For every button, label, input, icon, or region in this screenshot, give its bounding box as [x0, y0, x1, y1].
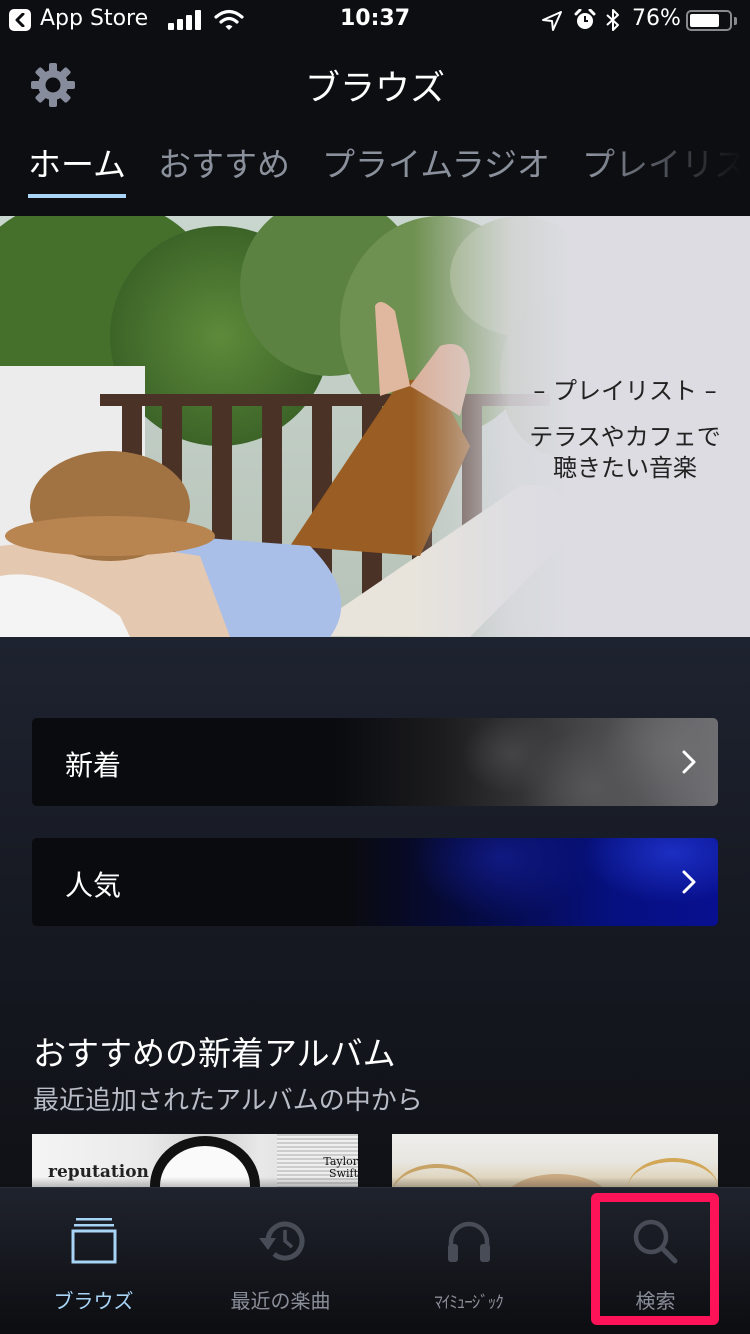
history-icon — [258, 1221, 304, 1261]
battery-tip — [734, 17, 737, 25]
tab-prime-radio[interactable]: プライムラジオ — [322, 138, 550, 198]
battery-percent: 76% — [632, 6, 681, 31]
card-label: 新着 — [65, 749, 122, 782]
alarm-icon — [574, 9, 596, 29]
section-title: おすすめの新着アルバム — [33, 1034, 396, 1073]
hero-category: – プレイリスト – — [533, 377, 717, 405]
header: ブラウズ ホームおすすめプライムラジオプレイリスト — [0, 40, 750, 216]
headphones-icon — [447, 1221, 490, 1262]
screen: App Store 10:37 76% ブラウズ ホーム おすすめ プライムラジ… — [0, 0, 750, 1334]
battery-level — [690, 14, 719, 27]
page-title: ブラウズ — [304, 69, 445, 109]
hero-line-2: 聴きたい音楽 — [553, 454, 697, 482]
new-releases-card[interactable]: 新着 — [32, 718, 718, 806]
bottom-tab-bar: ブラウズ 最近の楽曲 ﾏｲﾐｭｰｼﾞｯｸ 検索 — [0, 1187, 750, 1334]
bluetooth-icon — [606, 9, 619, 31]
tab-playlists[interactable]: プレイリスト — [582, 138, 750, 198]
browse-icon — [71, 1218, 116, 1264]
chevron-right-icon — [682, 750, 696, 774]
tabbar-label: ブラウズ — [53, 1289, 134, 1313]
card-label: 人気 — [65, 869, 122, 902]
card-background — [32, 718, 718, 806]
section-subtitle: 最近追加されたアルバムの中から — [33, 1086, 423, 1116]
tabbar-item-browse[interactable]: ブラウズ — [0, 1188, 187, 1334]
battery-icon — [686, 10, 732, 31]
chevron-right-icon — [682, 870, 696, 894]
location-icon — [542, 11, 562, 31]
tabbar-label: ﾏｲﾐｭｰｼﾞｯｸ — [434, 1293, 504, 1313]
search-icon — [633, 1219, 677, 1264]
tab-recommended[interactable]: おすすめ — [158, 138, 290, 198]
card-background — [32, 838, 718, 926]
top-tabs: ホームおすすめプライムラジオプレイリスト — [28, 138, 750, 198]
tabbar-item-search[interactable]: 検索 — [562, 1188, 749, 1334]
tabbar-item-recent[interactable]: 最近の楽曲 — [187, 1188, 374, 1334]
tabbar-label: 最近の楽曲 — [230, 1289, 331, 1313]
tabbar-label: 検索 — [635, 1289, 676, 1313]
hero-line-1: テラスやカフェで — [529, 423, 721, 451]
main-content: 新着 人気 おすすめの新着アルバム 最近追加されたアルバムの中から reputa… — [0, 637, 750, 1204]
tab-home[interactable]: ホーム — [28, 138, 127, 198]
hero-copy: テラスやカフェで 聴きたい音楽 — [500, 422, 750, 484]
popular-card[interactable]: 人気 — [32, 838, 718, 926]
tabbar-item-my-music[interactable]: ﾏｲﾐｭｰｼﾞｯｸ — [375, 1188, 562, 1334]
hero-banner[interactable]: – プレイリスト – テラスやカフェで 聴きたい音楽 — [0, 216, 750, 637]
status-bar: App Store 10:37 76% — [0, 0, 750, 40]
